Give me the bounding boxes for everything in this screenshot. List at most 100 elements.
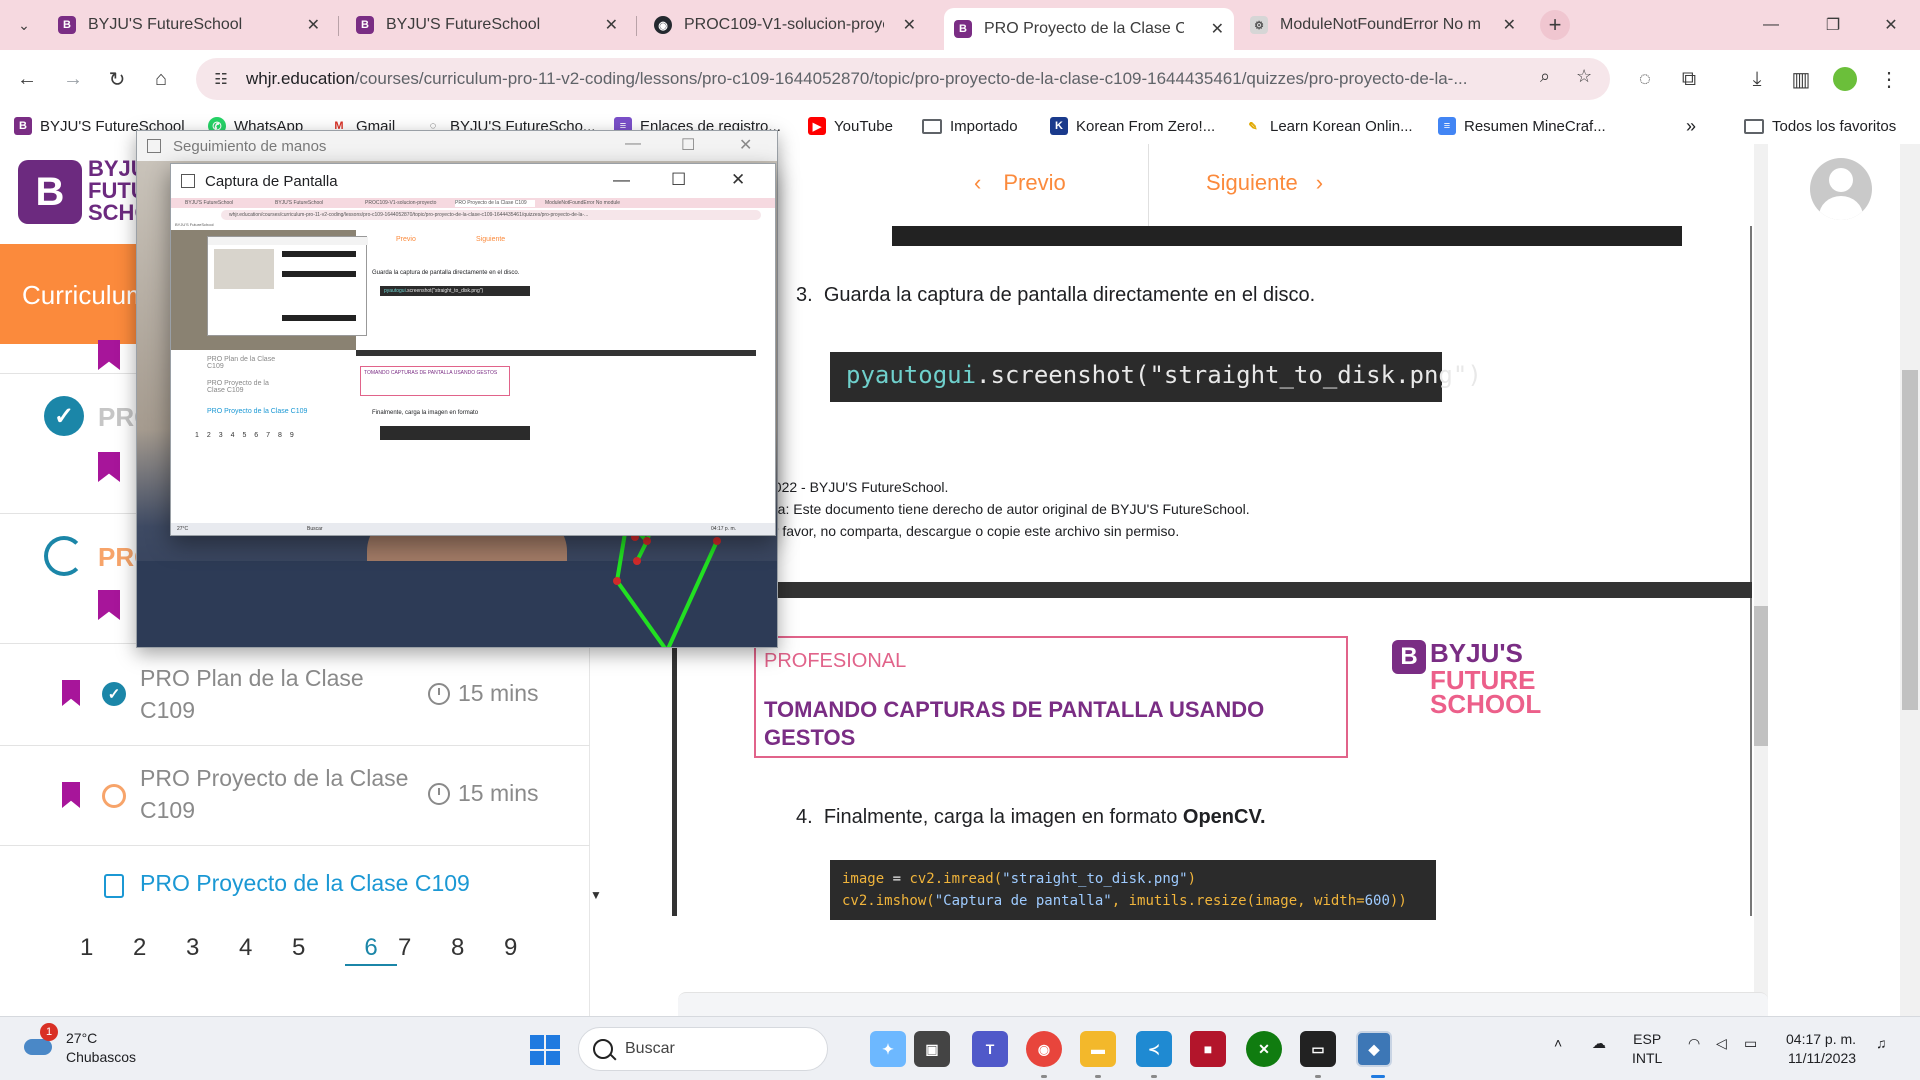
current-lesson-link[interactable]: PRO Proyecto de la Clase C109 <box>140 870 470 897</box>
bookmark-star-icon[interactable]: ☆ <box>1576 66 1592 87</box>
close-tab-icon[interactable]: ✕ <box>605 15 618 35</box>
next-button[interactable]: Siguiente › <box>1206 170 1323 196</box>
user-avatar[interactable] <box>1810 158 1872 220</box>
minimize-icon[interactable]: — <box>613 170 630 190</box>
page-link[interactable]: 3 <box>186 934 239 966</box>
window-titlebar[interactable]: Seguimiento de manos — ☐ ✕ <box>137 131 777 161</box>
page-link[interactable]: 1 <box>80 934 133 966</box>
profile-avatar[interactable] <box>1828 62 1862 96</box>
file-explorer-icon[interactable]: ▬ <box>1080 1031 1116 1067</box>
extension-circle-icon[interactable]: ◌ <box>1628 62 1662 96</box>
page-scrollbar-thumb[interactable] <box>1902 370 1918 710</box>
download-icon[interactable]: ⤓ <box>1740 62 1774 96</box>
folder-icon <box>1744 118 1764 134</box>
side-panel-icon[interactable]: ▥ <box>1784 62 1818 96</box>
notification-bell-icon[interactable]: ♫ <box>1876 1035 1887 1051</box>
maximize-icon[interactable]: ☐ <box>671 170 686 190</box>
browser-toolbar: ← → ↻ ⌂ ☷ whjr.education/courses/curricu… <box>0 50 1920 108</box>
language-indicator[interactable]: ESP INTL <box>1632 1030 1662 1068</box>
bookmark-icon[interactable] <box>62 782 80 808</box>
weather-widget[interactable]: 1 27°C Chubascos <box>22 1023 136 1067</box>
all-bookmarks-folder[interactable]: Todos los favoritos <box>1744 116 1896 136</box>
mini-code-bar <box>282 315 356 321</box>
menu-dots-icon[interactable]: ⋮ <box>1872 62 1906 96</box>
bookmark-icon[interactable] <box>98 452 120 482</box>
tab-pro-proyecto-active[interactable]: B PRO Proyecto de la Clase C109 ✕ <box>944 8 1234 50</box>
volume-icon[interactable]: ◁ <box>1716 1035 1727 1052</box>
address-bar[interactable]: ☷ whjr.education/courses/curriculum-pro-… <box>196 58 1610 100</box>
byjus-logo[interactable]: B <box>18 160 82 224</box>
bookmark-youtube[interactable]: ▶ YouTube <box>808 116 893 136</box>
battery-icon[interactable]: ▭ <box>1744 1035 1757 1052</box>
bookmark-importado[interactable]: Importado <box>922 116 1018 136</box>
close-tab-icon[interactable]: ✕ <box>1503 15 1516 35</box>
page-link[interactable]: 4 <box>239 934 292 966</box>
page-link[interactable]: 9 <box>504 934 557 966</box>
new-tab-button[interactable]: + <box>1540 10 1570 40</box>
zoom-icon[interactable]: ⌕ <box>1540 66 1550 87</box>
wifi-icon[interactable]: ◠ <box>1688 1035 1700 1052</box>
app-red-icon[interactable]: ■ <box>1190 1031 1226 1067</box>
close-window-icon[interactable]: ✕ <box>1866 8 1916 42</box>
vscode-icon[interactable]: ≺ <box>1136 1031 1172 1067</box>
tab-search-dropdown-icon[interactable]: ⌄ <box>8 10 40 40</box>
back-arrow-icon[interactable]: ← <box>10 62 44 96</box>
onedrive-cloud-icon[interactable]: ☁ <box>1592 1035 1606 1052</box>
step-4: 4. Finalmente, carga la imagen en format… <box>796 806 1266 828</box>
section-title-box: PROFESIONAL TOMANDO CAPTURAS DE PANTALLA… <box>754 636 1348 758</box>
taskbar-search[interactable]: Buscar <box>578 1027 828 1071</box>
clock-icon <box>428 782 450 805</box>
page-link[interactable]: 8 <box>451 934 504 966</box>
search-icon <box>593 1039 613 1059</box>
teams-icon[interactable]: T <box>972 1031 1008 1067</box>
close-tab-icon[interactable]: ✕ <box>1211 19 1224 39</box>
close-icon[interactable]: ✕ <box>731 170 745 190</box>
windows-start-icon[interactable] <box>530 1035 560 1065</box>
chrome-icon[interactable]: ◉ <box>1026 1031 1062 1067</box>
close-tab-icon[interactable]: ✕ <box>903 15 916 35</box>
page-link[interactable]: 2 <box>133 934 186 966</box>
tab-github[interactable]: ◉ PROC109-V1-solucion-proyecto ✕ <box>644 8 926 42</box>
lesson-row[interactable]: PRO Proyecto de la Clase C109 15 mins <box>0 746 590 846</box>
bookmarks-overflow-icon[interactable]: » <box>1686 116 1696 136</box>
task-view-icon[interactable]: ▣ <box>914 1031 950 1067</box>
reload-icon[interactable]: ↻ <box>100 62 134 96</box>
home-icon[interactable]: ⌂ <box>144 62 178 96</box>
python-icon[interactable]: ◆ <box>1356 1031 1392 1067</box>
previous-button[interactable]: ‹ Previo <box>974 170 1066 196</box>
scroll-down-icon[interactable]: ▼ <box>590 888 602 902</box>
site-info-icon[interactable]: ☷ <box>208 66 234 92</box>
copilot-icon[interactable]: ✦ <box>870 1031 906 1067</box>
page-link-active[interactable]: 6 <box>345 934 397 966</box>
tab-byjus-2[interactable]: B BYJU'S FutureSchool ✕ <box>346 8 628 42</box>
tab-module-error[interactable]: ⚙ ModuleNotFoundError No module ✕ <box>1240 8 1526 42</box>
page-link[interactable]: 5 <box>292 934 345 966</box>
system-clock[interactable]: 04:17 p. m. 11/11/2023 <box>1786 1030 1856 1068</box>
forward-arrow-icon[interactable]: → <box>56 62 90 96</box>
document-scrollbar-thumb[interactable] <box>1754 606 1768 746</box>
bookmark-icon[interactable] <box>62 680 80 706</box>
bookmark-icon[interactable] <box>98 590 120 620</box>
close-tab-icon[interactable]: ✕ <box>307 15 320 35</box>
close-icon[interactable]: ✕ <box>739 135 752 155</box>
window-titlebar[interactable]: Captura de Pantalla — ☐ ✕ <box>171 164 775 198</box>
terminal-icon[interactable]: ▭ <box>1300 1031 1336 1067</box>
minimize-icon[interactable]: — <box>625 135 641 153</box>
screen-capture-window[interactable]: Captura de Pantalla — ☐ ✕ BYJU'S FutureS… <box>170 163 776 536</box>
tab-byjus-1[interactable]: B BYJU'S FutureSchool ✕ <box>48 8 330 42</box>
bookmark-icon[interactable] <box>98 340 120 370</box>
minimize-icon[interactable]: — <box>1746 8 1796 42</box>
extensions-puzzle-icon[interactable]: ⧉ <box>1672 62 1706 96</box>
bookmark-korean-from-zero[interactable]: K Korean From Zero!... <box>1050 116 1215 136</box>
document-scrollbar[interactable] <box>1754 144 1768 1016</box>
bookmark-minecraft[interactable]: ≡ Resumen MineCraf... <box>1438 116 1606 136</box>
maximize-icon[interactable]: ❐ <box>1808 8 1858 42</box>
maximize-icon[interactable]: ☐ <box>681 135 695 155</box>
lesson-row[interactable]: ✓ PRO Plan de la Clase C109 15 mins <box>0 644 590 746</box>
page-link[interactable]: 7 <box>398 934 451 966</box>
mini-page-break <box>356 350 756 356</box>
xbox-icon[interactable]: ✕ <box>1246 1031 1282 1067</box>
bookmark-learn-korean[interactable]: ✎ Learn Korean Onlin... <box>1244 116 1413 136</box>
code-block-partial <box>892 226 1682 246</box>
chevron-up-icon[interactable]: ˄ <box>1554 1035 1562 1051</box>
